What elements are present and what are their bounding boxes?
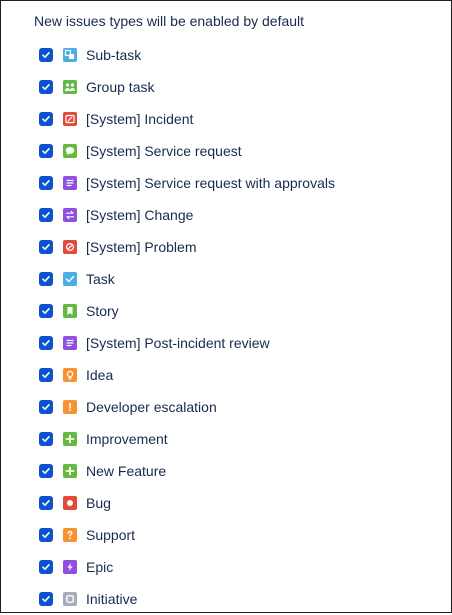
checkmark-icon xyxy=(42,212,50,218)
enabled-checkbox[interactable] xyxy=(39,208,53,222)
issue-type-row[interactable]: Idea xyxy=(39,359,335,391)
issue-type-label: Idea xyxy=(86,367,114,383)
checkmark-icon xyxy=(42,340,50,346)
enabled-checkbox[interactable] xyxy=(39,48,53,62)
service-request-approvals-icon xyxy=(63,176,77,190)
developer-escalation-icon xyxy=(63,400,77,414)
checkmark-icon xyxy=(42,468,50,474)
enabled-checkbox[interactable] xyxy=(39,496,53,510)
issue-type-list: Sub-task Group task [System] Incident [Syst… xyxy=(39,39,335,615)
issue-type-label: New Feature xyxy=(86,463,167,479)
checkmark-icon xyxy=(42,564,50,570)
issue-type-label: [System] Incident xyxy=(86,111,194,127)
enabled-checkbox[interactable] xyxy=(39,176,53,190)
enabled-checkbox[interactable] xyxy=(39,144,53,158)
checkmark-icon xyxy=(42,148,50,154)
issue-type-label: Initiative xyxy=(86,591,138,607)
group-task-icon xyxy=(63,80,77,94)
subtask-icon xyxy=(63,48,77,62)
issue-type-row[interactable]: [System] Incident xyxy=(39,103,335,135)
checkmark-icon xyxy=(42,596,50,602)
support-icon xyxy=(63,528,77,542)
issue-type-row[interactable]: Support xyxy=(39,519,335,551)
checkmark-icon xyxy=(42,372,50,378)
idea-icon xyxy=(63,368,77,382)
issue-type-label: Sub-task xyxy=(86,47,142,63)
issue-type-label: [System] Problem xyxy=(86,239,197,255)
problem-icon xyxy=(63,240,77,254)
issue-type-label: [System] Post-incident review xyxy=(86,335,270,351)
enabled-checkbox[interactable] xyxy=(39,272,53,286)
improvement-icon xyxy=(63,432,77,446)
issue-type-row[interactable]: Sub-task xyxy=(39,39,335,71)
epic-icon xyxy=(63,560,77,574)
issue-type-label: Improvement xyxy=(86,431,168,447)
service-request-icon xyxy=(63,144,77,158)
checkmark-icon xyxy=(42,180,50,186)
issue-type-row[interactable]: Developer escalation xyxy=(39,391,335,423)
enabled-checkbox[interactable] xyxy=(39,592,53,606)
checkmark-icon xyxy=(42,436,50,442)
issue-type-label: Support xyxy=(86,527,136,543)
panel-heading: New issues types will be enabled by defa… xyxy=(34,13,305,29)
issue-type-label: Bug xyxy=(86,495,111,511)
checkmark-icon xyxy=(42,404,50,410)
issue-type-row[interactable]: New Feature xyxy=(39,455,335,487)
issue-type-row[interactable]: [System] Service request with approvals xyxy=(39,167,335,199)
enabled-checkbox[interactable] xyxy=(39,112,53,126)
checkmark-icon xyxy=(42,276,50,282)
enabled-checkbox[interactable] xyxy=(39,336,53,350)
enabled-checkbox[interactable] xyxy=(39,80,53,94)
enabled-checkbox[interactable] xyxy=(39,400,53,414)
checkmark-icon xyxy=(42,500,50,506)
checkmark-icon xyxy=(42,308,50,314)
checkmark-icon xyxy=(42,52,50,58)
issue-type-label: Developer escalation xyxy=(86,399,217,415)
story-icon xyxy=(63,304,77,318)
issue-type-label: Task xyxy=(86,271,115,287)
issue-type-row[interactable]: Group task xyxy=(39,71,335,103)
enabled-checkbox[interactable] xyxy=(39,464,53,478)
issue-type-label: Group task xyxy=(86,79,155,95)
enabled-checkbox[interactable] xyxy=(39,528,53,542)
enabled-checkbox[interactable] xyxy=(39,304,53,318)
issue-type-row[interactable]: Initiative xyxy=(39,583,335,615)
new-feature-icon xyxy=(63,464,77,478)
checkmark-icon xyxy=(42,84,50,90)
issue-type-label: [System] Service request xyxy=(86,143,242,159)
bug-icon xyxy=(63,496,77,510)
checkmark-icon xyxy=(42,532,50,538)
initiative-icon xyxy=(63,592,77,606)
issue-type-row[interactable]: [System] Service request xyxy=(39,135,335,167)
issue-type-row[interactable]: Bug xyxy=(39,487,335,519)
issue-type-label: Epic xyxy=(86,559,114,575)
enabled-checkbox[interactable] xyxy=(39,432,53,446)
issue-type-row[interactable]: [System] Change xyxy=(39,199,335,231)
issue-type-label: Story xyxy=(86,303,119,319)
enabled-checkbox[interactable] xyxy=(39,240,53,254)
enabled-checkbox[interactable] xyxy=(39,560,53,574)
incident-icon xyxy=(63,112,77,126)
issue-type-label: [System] Change xyxy=(86,207,194,223)
issue-type-row[interactable]: [System] Post-incident review xyxy=(39,327,335,359)
issue-type-row[interactable]: Task xyxy=(39,263,335,295)
issue-type-row[interactable]: Improvement xyxy=(39,423,335,455)
task-icon xyxy=(63,272,77,286)
change-icon xyxy=(63,208,77,222)
issue-type-label: [System] Service request with approvals xyxy=(86,175,335,191)
post-incident-review-icon xyxy=(63,336,77,350)
issue-type-row[interactable]: Epic xyxy=(39,551,335,583)
checkmark-icon xyxy=(42,244,50,250)
issue-types-panel: New issues types will be enabled by defa… xyxy=(0,0,452,613)
issue-type-row[interactable]: [System] Problem xyxy=(39,231,335,263)
checkmark-icon xyxy=(42,116,50,122)
issue-type-row[interactable]: Story xyxy=(39,295,335,327)
enabled-checkbox[interactable] xyxy=(39,368,53,382)
